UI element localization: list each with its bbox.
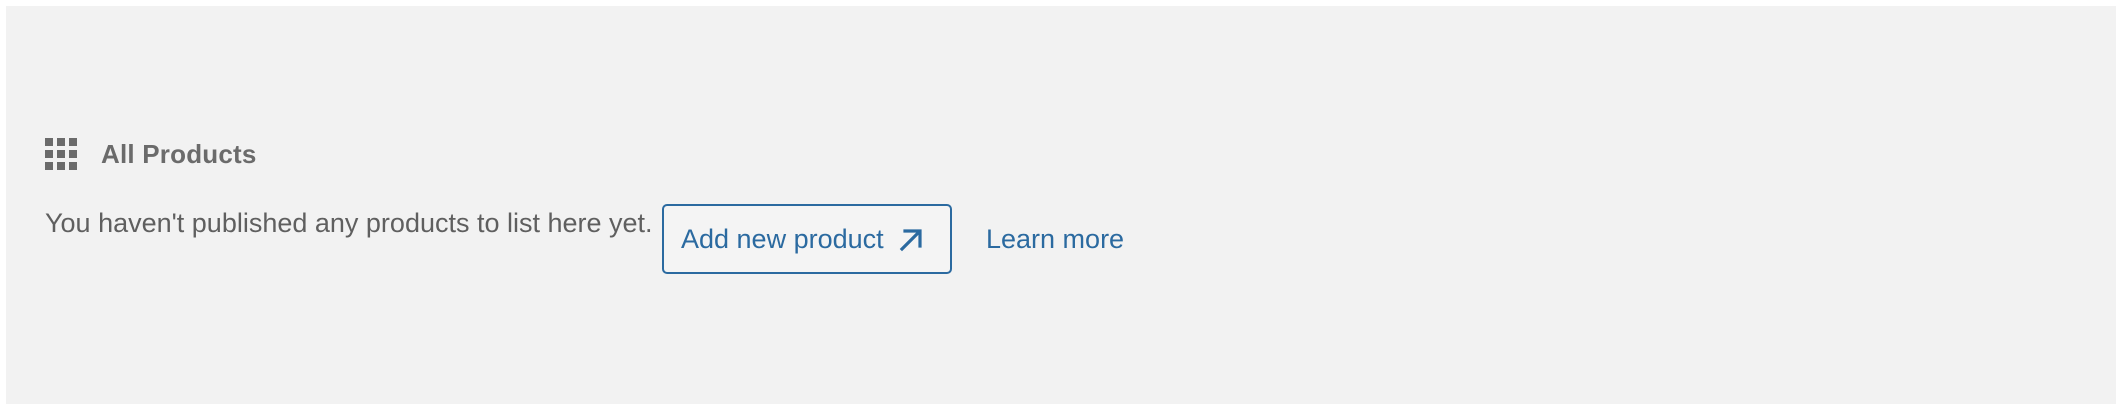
block-header: All Products bbox=[45, 134, 257, 174]
empty-state-message: You haven't published any products to li… bbox=[45, 208, 653, 238]
add-new-product-button[interactable]: Add new product bbox=[662, 204, 952, 274]
external-arrow-icon bbox=[899, 229, 922, 252]
add-new-product-label: Add new product bbox=[681, 223, 884, 254]
learn-more-link[interactable]: Learn more bbox=[986, 224, 1124, 255]
block-title: All Products bbox=[101, 138, 257, 169]
grid-icon bbox=[45, 138, 77, 171]
products-placeholder-panel: All Products You haven't published any p… bbox=[6, 6, 2116, 404]
